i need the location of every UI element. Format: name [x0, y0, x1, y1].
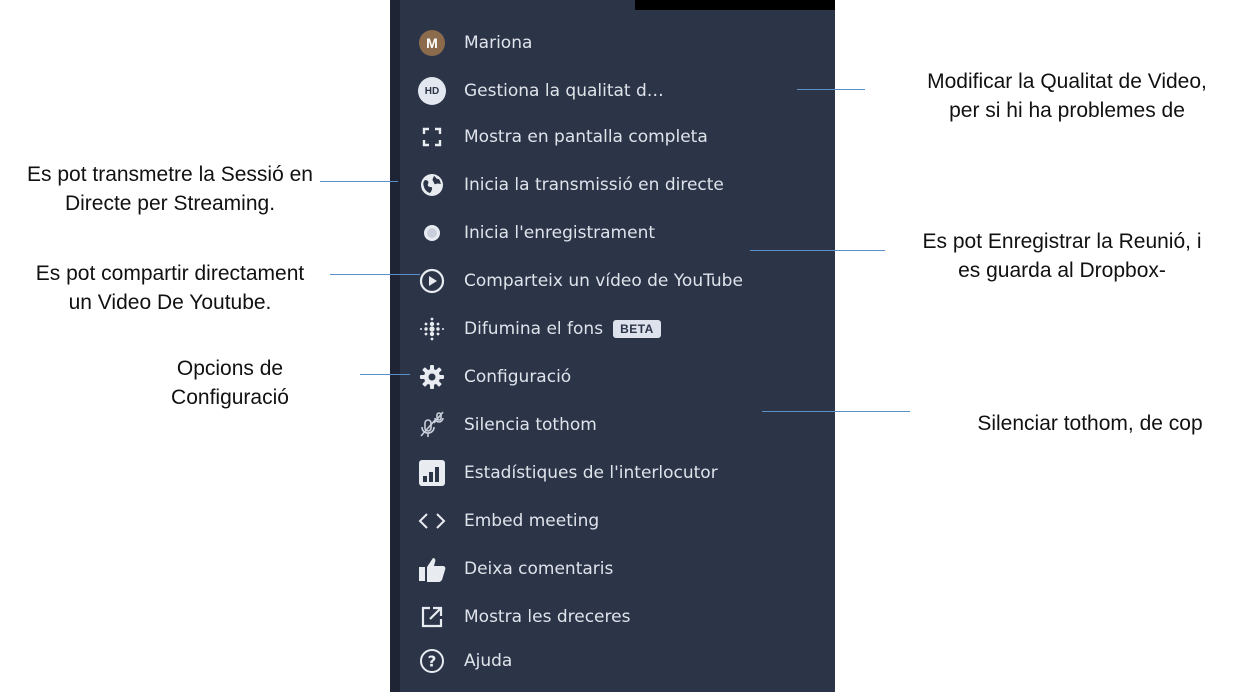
- annotation-line-quality: [797, 89, 865, 90]
- menu-item-label: Gestiona la qualitat d…: [464, 81, 664, 101]
- stats-icon: [418, 459, 446, 487]
- menu-item-live-stream[interactable]: Inicia la transmissió en directe: [418, 165, 724, 205]
- menu-item-profile[interactable]: M Mariona: [418, 23, 532, 63]
- menu-item-feedback[interactable]: Deixa comentaris: [418, 549, 613, 589]
- hd-icon: HD: [418, 77, 446, 105]
- menu-item-label: Mostra les dreceres: [464, 607, 631, 627]
- annotation-recording: Es pot Enregistrar la Reunió, i es guarda…: [922, 230, 1202, 282]
- beta-badge: BETA: [613, 320, 661, 338]
- help-icon: ?: [418, 647, 446, 675]
- annotation-line-youtube: [330, 274, 420, 275]
- menu-item-blur-background[interactable]: Difumina el fons BETA: [418, 309, 661, 349]
- menu-item-label: Deixa comentaris: [464, 559, 614, 579]
- annotation-line-mute: [762, 411, 910, 412]
- menu-item-label: Estadístiques de l'interlocutor: [464, 463, 718, 483]
- annotation-mute: Silenciar tothom, de cop: [977, 412, 1203, 435]
- menu-item-label: Inicia la transmissió en directe: [464, 175, 724, 195]
- menu-item-label: Comparteix un vídeo de YouTube: [464, 271, 743, 291]
- menu-item-label: Mostra en pantalla completa: [464, 127, 708, 147]
- annotation-line-settings: [360, 374, 410, 375]
- menu-item-help[interactable]: ? Ajuda: [418, 641, 512, 681]
- menu-item-embed-meeting[interactable]: Embed meeting: [418, 501, 599, 541]
- svg-text:?: ?: [428, 653, 437, 671]
- mute-all-icon: [418, 411, 446, 439]
- menu-left-edge: [390, 0, 400, 692]
- play-circle-icon: [418, 267, 446, 295]
- menu-item-label: Difumina el fons: [464, 319, 604, 339]
- external-link-icon: [418, 603, 446, 631]
- menu-item-quality[interactable]: HD Gestiona la qualitat d…: [418, 71, 664, 111]
- annotation-settings: Opcions de Configuració: [171, 357, 289, 409]
- menu-item-mute-all[interactable]: Silencia tothom: [418, 405, 597, 445]
- thumbs-up-icon: [418, 555, 446, 583]
- menu-item-settings[interactable]: Configuració: [418, 357, 571, 397]
- menu-item-label: Ajuda: [464, 651, 513, 671]
- annotation-streaming: Es pot transmetre la Sessió en Directe pe…: [27, 163, 313, 215]
- gear-icon: [418, 363, 446, 391]
- globe-icon: [418, 171, 446, 199]
- annotation-quality: Modificar la Qualitat de Video, per si hi…: [927, 70, 1207, 122]
- menu-top-bar: [635, 0, 835, 10]
- menu-item-shortcuts[interactable]: Mostra les dreceres: [418, 597, 630, 637]
- menu-item-recording[interactable]: Inicia l'enregistrament: [418, 213, 655, 253]
- menu-item-fullscreen[interactable]: Mostra en pantalla completa: [418, 117, 708, 157]
- menu-item-label: Mariona: [464, 33, 533, 53]
- blur-icon: [418, 315, 446, 343]
- record-icon: [418, 219, 446, 247]
- annotation-youtube: Es pot compartir directament un Video De …: [35, 262, 305, 314]
- menu-item-label: Inicia l'enregistrament: [464, 223, 656, 243]
- menu-item-label: Configuració: [464, 367, 572, 387]
- menu-item-label: Silencia tothom: [464, 415, 597, 435]
- embed-code-icon: [418, 507, 446, 535]
- menu-item-speaker-stats[interactable]: Estadístiques de l'interlocutor: [418, 453, 718, 493]
- menu-item-youtube[interactable]: Comparteix un vídeo de YouTube: [418, 261, 743, 301]
- avatar-icon: M: [418, 29, 446, 57]
- menu-item-label: Embed meeting: [464, 511, 600, 531]
- fullscreen-icon: [418, 123, 446, 151]
